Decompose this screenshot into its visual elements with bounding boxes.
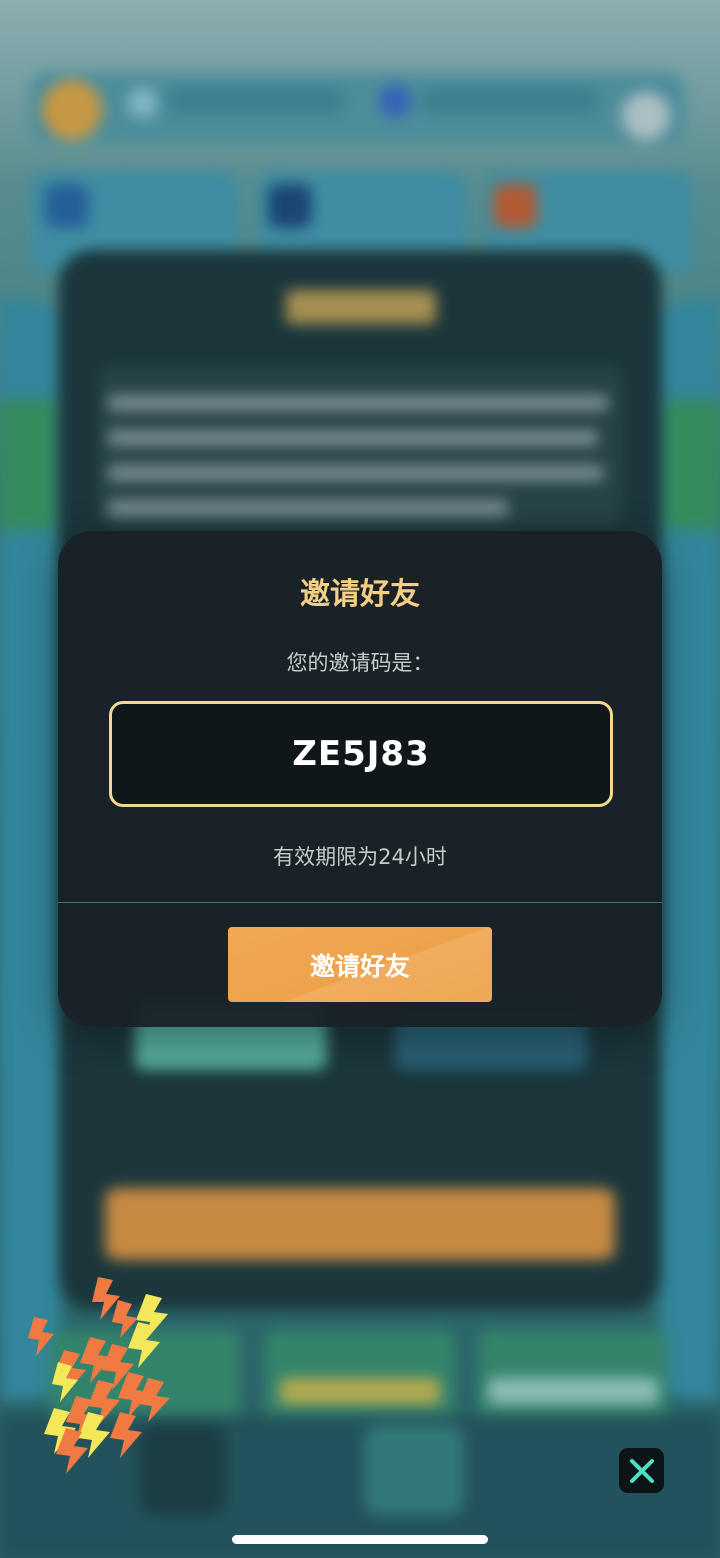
invite-code-box[interactable]: ZE5J83 (109, 701, 613, 807)
screen: 邀请好友 您的邀请码是： ZE5J83 有效期限为24小时 邀请好友 (0, 0, 720, 1558)
divider (58, 902, 662, 903)
invite-code-label: 您的邀请码是： (286, 651, 434, 675)
invite-dialog: 邀请好友 您的邀请码是： ZE5J83 有效期限为24小时 邀请好友 (58, 531, 662, 1027)
lightning-bolt-icon[interactable] (28, 1272, 178, 1482)
validity-text: 有效期限为24小时 (273, 845, 447, 869)
close-icon (629, 1458, 654, 1483)
lightning-bolt-shape (28, 1277, 170, 1474)
invite-code: ZE5J83 (292, 734, 430, 774)
invite-friends-button[interactable]: 邀请好友 (228, 927, 492, 1002)
dialog-title: 邀请好友 (300, 577, 420, 612)
close-button[interactable] (619, 1448, 664, 1493)
home-indicator[interactable] (232, 1535, 488, 1544)
